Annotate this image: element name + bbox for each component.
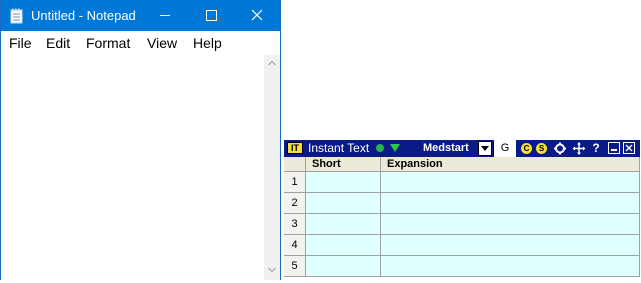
instant-text-window: IT Instant Text Medstart G C S ? Short E… [284,140,640,280]
g-label: G [500,142,510,154]
triangle-down-icon[interactable] [390,144,400,152]
status-dot-icon [376,144,384,152]
close-icon[interactable] [623,142,635,154]
glossary-name: Medstart [423,142,469,154]
menu-file[interactable]: File [9,35,32,51]
expansion-grid: Short Expansion 1 2 3 4 5 [284,157,640,280]
minimize-icon[interactable] [608,142,620,154]
expansion-cell[interactable] [381,214,640,235]
move-icon[interactable] [572,141,586,156]
minimize-icon [160,15,170,16]
notepad-app-icon [10,8,23,24]
notepad-window: Untitled - Notepad File Edit Format View… [0,0,281,280]
instant-text-logo: IT [287,142,303,154]
chevron-down-icon [268,267,276,273]
row-header[interactable]: 3 [284,214,306,235]
g-button[interactable]: G [494,140,516,157]
s-button[interactable]: S [536,143,547,154]
short-cell[interactable] [306,256,381,277]
close-icon [251,9,263,21]
menu-edit[interactable]: Edit [46,35,70,51]
expansion-cell[interactable] [381,193,640,214]
scroll-up-button[interactable] [264,55,280,71]
notepad-title: Untitled - Notepad [31,8,136,23]
menu-format[interactable]: Format [86,35,130,51]
minimize-button[interactable] [142,0,188,31]
short-cell[interactable] [306,235,381,256]
notepad-text-area[interactable] [1,55,264,280]
grid-corner [284,157,306,172]
vertical-scrollbar[interactable] [264,55,280,280]
short-cell[interactable] [306,193,381,214]
instant-text-title-bar[interactable]: IT Instant Text Medstart G C S ? [284,140,640,157]
x-icon [625,144,633,152]
short-cell[interactable] [306,214,381,235]
short-cell[interactable] [306,172,381,193]
row-header[interactable]: 4 [284,235,306,256]
row-header[interactable]: 1 [284,172,306,193]
row-header[interactable]: 2 [284,193,306,214]
maximize-icon [206,10,217,21]
notepad-title-bar[interactable]: Untitled - Notepad [1,0,280,31]
expansion-cell[interactable] [381,256,640,277]
notepad-menu-bar: File Edit Format View Help [1,31,280,55]
expansion-cell[interactable] [381,172,640,193]
scroll-down-button[interactable] [264,262,280,278]
chevron-up-icon [268,60,276,66]
gear-icon[interactable] [553,141,567,156]
close-button[interactable] [234,0,280,31]
column-header-short[interactable]: Short [306,157,381,172]
help-button[interactable]: ? [589,141,603,156]
maximize-button[interactable] [188,0,234,31]
instant-text-title: Instant Text [308,141,370,155]
c-button[interactable]: C [521,143,532,154]
menu-help[interactable]: Help [193,35,222,51]
expansion-cell[interactable] [381,235,640,256]
row-header[interactable]: 5 [284,256,306,277]
column-header-expansion[interactable]: Expansion [381,157,640,172]
menu-view[interactable]: View [147,35,177,51]
glossary-dropdown-button[interactable] [478,141,492,156]
